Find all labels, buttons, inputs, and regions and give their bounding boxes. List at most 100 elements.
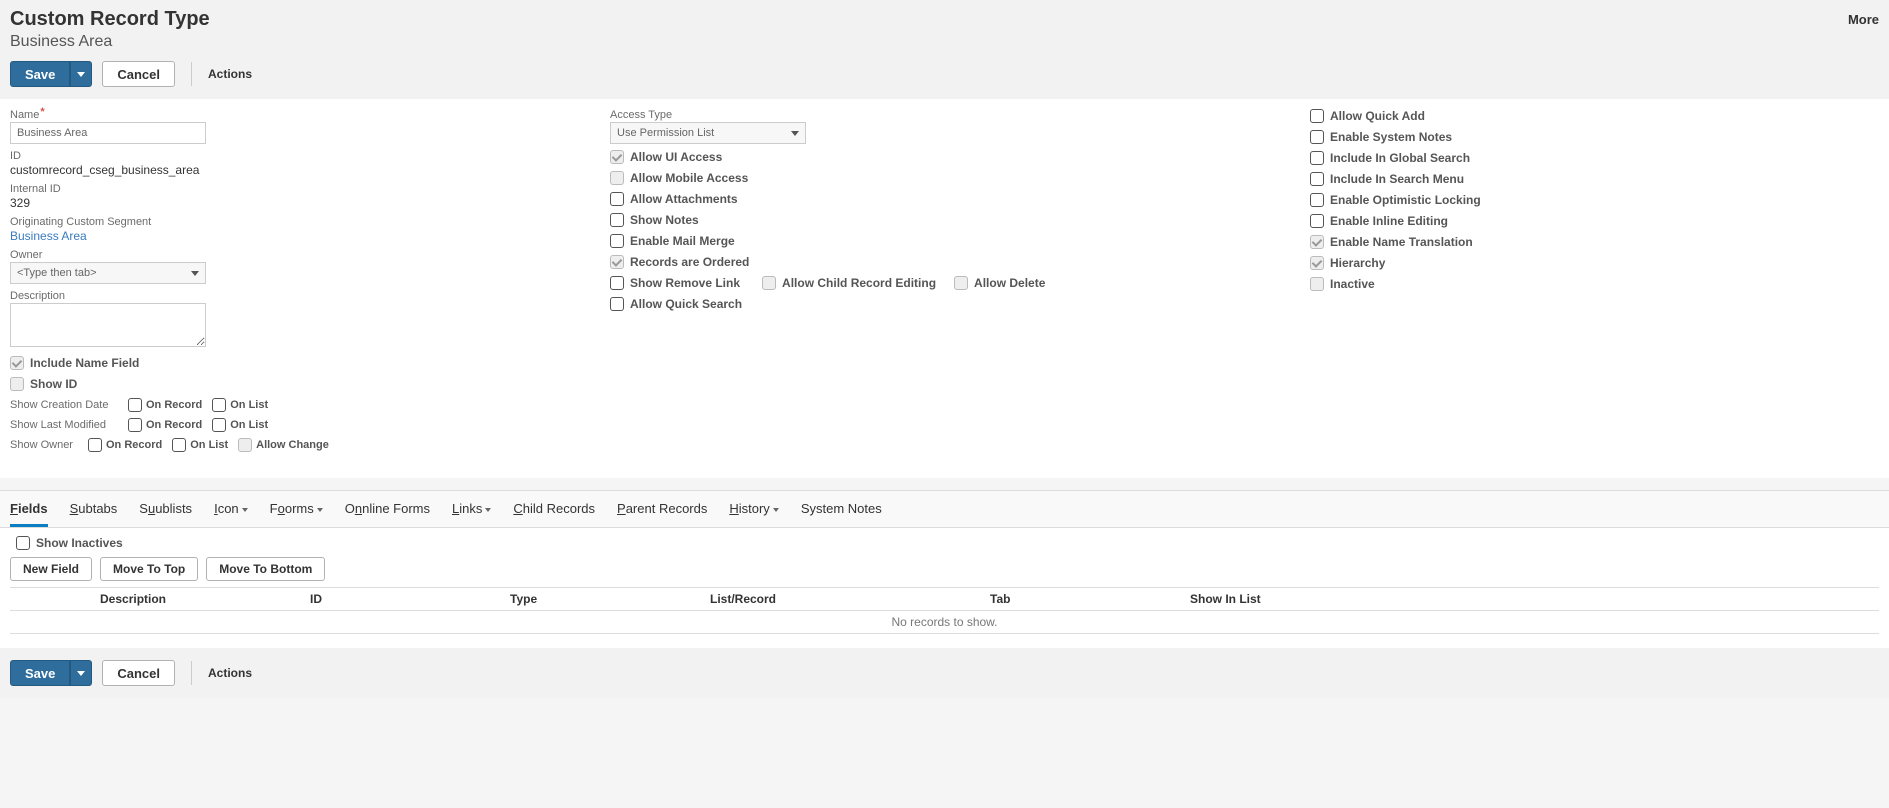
modified-on-record-label: On Record — [146, 419, 202, 431]
show-notes-checkbox[interactable] — [610, 213, 624, 227]
allow-ui-access-label: Allow UI Access — [630, 150, 722, 164]
show-inactives-label: Show Inactives — [36, 536, 123, 550]
owner-allow-change-checkbox — [238, 438, 252, 452]
tab-parent-records[interactable]: Parent Records — [617, 491, 707, 527]
access-type-select[interactable]: Use Permission List — [610, 122, 806, 144]
enable-optimistic-locking-checkbox[interactable] — [1310, 193, 1324, 207]
name-input[interactable] — [10, 122, 206, 144]
chevron-down-icon — [77, 671, 85, 676]
save-button-footer[interactable]: Save — [10, 660, 70, 686]
tab-history[interactable]: History — [729, 491, 778, 527]
actions-menu[interactable]: Actions — [208, 67, 252, 81]
tab-subtabs[interactable]: Subtabs — [70, 491, 118, 527]
cancel-button[interactable]: Cancel — [102, 61, 175, 87]
inactive-label: Inactive — [1330, 277, 1375, 291]
new-field-button[interactable]: New Field — [10, 557, 92, 581]
enable-name-translation-label: Enable Name Translation — [1330, 235, 1473, 249]
footer-bar: Save Cancel Actions — [0, 648, 1889, 698]
creation-on-list-label: On List — [230, 399, 268, 411]
owner-on-list-checkbox[interactable] — [172, 438, 186, 452]
include-global-search-checkbox[interactable] — [1310, 151, 1324, 165]
chevron-down-icon — [191, 271, 199, 276]
enable-mail-merge-label: Enable Mail Merge — [630, 234, 735, 248]
chevron-down-icon — [791, 131, 799, 136]
id-value: customrecord_cseg_business_area — [10, 163, 199, 177]
include-search-menu-checkbox[interactable] — [1310, 172, 1324, 186]
show-notes-label: Show Notes — [630, 213, 699, 227]
allow-quick-add-label: Allow Quick Add — [1330, 109, 1425, 123]
description-label: Description — [10, 290, 570, 302]
owner-label: Owner — [10, 249, 570, 261]
allow-child-edit-checkbox — [762, 276, 776, 290]
col-tab: Tab — [990, 592, 1190, 606]
origin-segment-link[interactable]: Business Area — [10, 229, 87, 243]
allow-quick-search-label: Allow Quick Search — [630, 297, 742, 311]
cancel-button-footer[interactable]: Cancel — [102, 660, 175, 686]
modified-on-record-checkbox[interactable] — [128, 418, 142, 432]
owner-on-list-label: On List — [190, 439, 228, 451]
move-to-bottom-button[interactable]: Move To Bottom — [206, 557, 325, 581]
action-bar: Save Cancel Actions — [10, 61, 1879, 87]
tab-icon[interactable]: Icon — [214, 491, 248, 527]
more-menu[interactable]: More — [1848, 12, 1879, 27]
enable-name-translation-checkbox — [1310, 235, 1324, 249]
show-id-label: Show ID — [30, 377, 77, 391]
tab-online-forms[interactable]: Onnline Forms — [345, 491, 430, 527]
tab-system-notes[interactable]: System Notes — [801, 491, 882, 527]
owner-on-record-checkbox[interactable] — [88, 438, 102, 452]
show-creation-date-label: Show Creation Date — [10, 399, 118, 411]
enable-system-notes-checkbox[interactable] — [1310, 130, 1324, 144]
allow-attachments-checkbox[interactable] — [610, 192, 624, 206]
form-column-1: Name* ID customrecord_cseg_business_area… — [10, 109, 570, 458]
creation-on-list-checkbox[interactable] — [212, 398, 226, 412]
creation-on-record-checkbox[interactable] — [128, 398, 142, 412]
tab-sublists[interactable]: Suublists — [139, 491, 192, 527]
owner-select[interactable]: <Type then tab> — [10, 262, 206, 284]
page-title: Custom Record Type — [10, 8, 210, 31]
save-dropdown-button[interactable] — [70, 61, 92, 87]
records-ordered-checkbox — [610, 255, 624, 269]
enable-inline-editing-checkbox[interactable] — [1310, 214, 1324, 228]
divider — [191, 62, 192, 86]
allow-delete-label: Allow Delete — [974, 276, 1045, 290]
modified-on-list-checkbox[interactable] — [212, 418, 226, 432]
include-global-search-label: Include In Global Search — [1330, 151, 1470, 165]
creation-on-record-label: On Record — [146, 399, 202, 411]
chevron-down-icon — [77, 72, 85, 77]
allow-ui-access-checkbox — [610, 150, 624, 164]
allow-quick-add-checkbox[interactable] — [1310, 109, 1324, 123]
owner-allow-change-label: Allow Change — [256, 439, 329, 451]
save-button[interactable]: Save — [10, 61, 70, 87]
show-remove-link-label: Show Remove Link — [630, 276, 740, 290]
enable-inline-editing-label: Enable Inline Editing — [1330, 214, 1448, 228]
tab-child-records[interactable]: Child Records — [513, 491, 595, 527]
show-remove-link-checkbox[interactable] — [610, 276, 624, 290]
allow-delete-checkbox — [954, 276, 968, 290]
form-column-2: Access Type Use Permission List Allow UI… — [610, 109, 1270, 458]
tabs-bar: Fields Subtabs Suublists Icon Foorms Onn… — [0, 490, 1889, 528]
tab-forms[interactable]: Foorms — [270, 491, 323, 527]
enable-mail-merge-checkbox[interactable] — [610, 234, 624, 248]
page-subtitle: Business Area — [10, 33, 1879, 51]
enable-optimistic-locking-label: Enable Optimistic Locking — [1330, 193, 1481, 207]
description-textarea[interactable] — [10, 303, 206, 347]
move-to-top-button[interactable]: Move To Top — [100, 557, 198, 581]
col-type: Type — [510, 592, 710, 606]
actions-menu-footer[interactable]: Actions — [208, 666, 252, 680]
access-type-value: Use Permission List — [617, 127, 714, 139]
owner-on-record-label: On Record — [106, 439, 162, 451]
modified-on-list-label: On List — [230, 419, 268, 431]
owner-select-text: <Type then tab> — [17, 267, 97, 279]
form-column-3: Allow Quick Add Enable System Notes Incl… — [1310, 109, 1879, 458]
show-owner-label: Show Owner — [10, 439, 78, 451]
allow-quick-search-checkbox[interactable] — [610, 297, 624, 311]
tab-fields[interactable]: Fields — [10, 491, 48, 527]
divider — [191, 661, 192, 685]
include-name-field-checkbox — [10, 356, 24, 370]
origin-segment-label: Originating Custom Segment — [10, 216, 570, 228]
save-dropdown-button-footer[interactable] — [70, 660, 92, 686]
no-records-row: No records to show. — [10, 611, 1879, 634]
show-inactives-checkbox[interactable] — [16, 536, 30, 550]
inactive-checkbox — [1310, 277, 1324, 291]
tab-links[interactable]: Links — [452, 491, 491, 527]
